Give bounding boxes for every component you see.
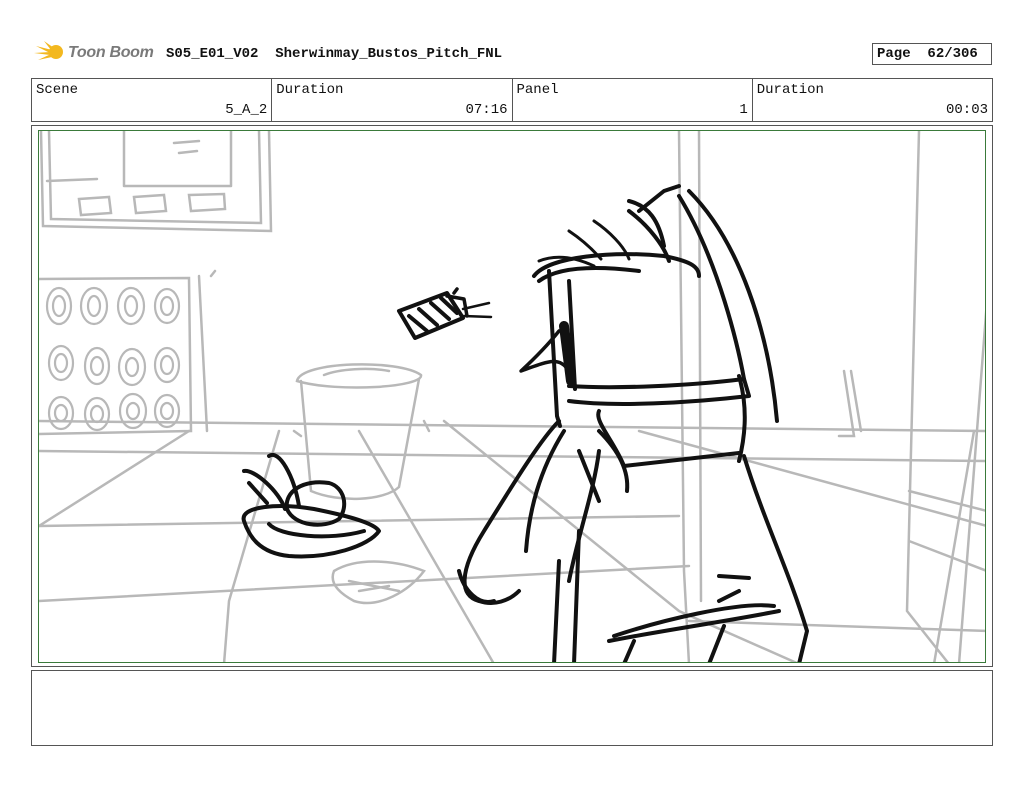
panel-value: 1 [739, 102, 748, 118]
scene-duration-value: 07:16 [465, 102, 508, 118]
page-indicator: Page 62/306 [872, 43, 992, 65]
page-number: 62/306 [927, 46, 978, 62]
panel-cell: Panel 1 [513, 79, 753, 121]
panel-duration-value: 00:03 [945, 102, 988, 118]
scene-duration-cell: Duration 07:16 [272, 79, 513, 121]
brand-text: Toon Boom [68, 44, 154, 61]
storyboard-sketch [39, 131, 985, 662]
scene-cell: Scene 5_A_2 [32, 79, 273, 121]
episode-id: S05_E01_V02 [166, 46, 259, 62]
panel-duration-cell: Duration 00:03 [753, 79, 992, 121]
panel-info-row: Scene 5_A_2 Duration 07:16 Panel 1 Durat… [31, 78, 993, 122]
scene-duration-label: Duration [276, 82, 344, 98]
page-label: Page [877, 46, 911, 62]
scene-label: Scene [36, 82, 79, 98]
background-sketch [39, 131, 985, 662]
panel-notes-box [31, 670, 993, 746]
panel-duration-label: Duration [756, 82, 824, 98]
scene-value: 5_A_2 [225, 102, 268, 118]
panel-label: Panel [516, 82, 559, 98]
storyboard-panel [38, 130, 986, 663]
document-title: S05_E01_V02 Sherwinmay_Bustos_Pitch_FNL [166, 46, 502, 62]
project-name: Sherwinmay_Bustos_Pitch_FNL [275, 46, 503, 62]
